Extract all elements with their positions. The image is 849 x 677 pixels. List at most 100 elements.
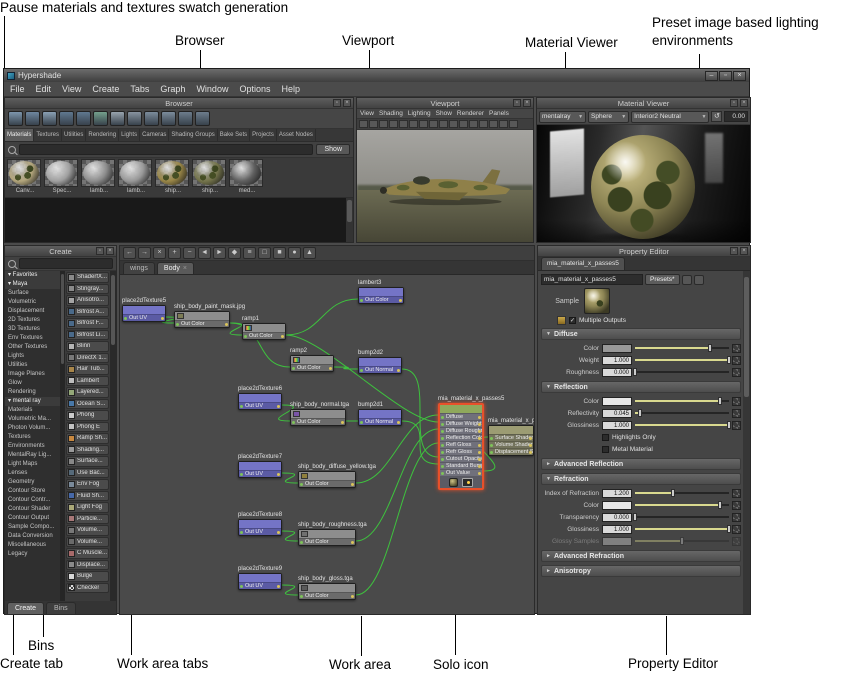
remove-from-graph-icon[interactable]: − [183,247,196,259]
texture-map-icon[interactable] [732,368,741,377]
node-port-cutout-opacity[interactable]: Cutout Opacity [440,455,482,462]
node-port-out-uv[interactable]: Out UV [239,582,281,589]
section-reflection[interactable]: ▼Reflection [541,381,741,393]
category-data-conversion[interactable]: Data Conversion [5,532,60,541]
menu-help[interactable]: Help [281,84,300,94]
graph-node-bump2d2[interactable]: bump2d2Out Normal [358,357,402,374]
work-area-tab-body[interactable]: Body× [157,262,194,274]
tab-bins[interactable]: Bins [46,602,76,614]
category-photon-volum[interactable]: Photon Volum... [5,424,60,433]
frame-selection-icon[interactable]: ■ [273,247,286,259]
node-port-diffuse-roughness[interactable]: Diffuse Roughness [440,427,482,434]
category-image-planes[interactable]: Image Planes [5,370,60,379]
texture-map-icon[interactable] [732,356,741,365]
viewport-menu-show[interactable]: Show [436,110,452,117]
presets-button[interactable]: Presets* [645,274,680,285]
float-panel-icon[interactable]: ▫ [333,99,341,107]
viewport-panel-header[interactable]: Viewport ▫× [357,98,533,109]
node-port-out-uv[interactable]: Out UV [239,470,281,477]
node-port-standard-bump[interactable]: Standard Bump [440,462,482,469]
slider[interactable] [635,344,729,352]
texture-map-icon[interactable] [732,525,741,534]
value-field[interactable]: 1.200 [602,489,632,498]
browser-tab-bake-sets[interactable]: Bake Sets [218,129,250,141]
menu-graph[interactable]: Graph [160,84,185,94]
category-materials[interactable]: Materials [5,406,60,415]
category-rendering[interactable]: Rendering [5,388,60,397]
viewport-toolbar-icon[interactable] [419,120,428,128]
node-body[interactable]: Out Color [298,529,356,546]
graph-node-ship-body-normal-tga[interactable]: ship_body_normal.tgaOut Color [290,409,346,426]
pin-icon[interactable]: ▲ [303,247,316,259]
color-swatch[interactable] [602,397,632,406]
create-node-bifrost-a[interactable]: Bifrost A... [66,307,109,318]
section-diffuse[interactable]: ▼Diffuse [541,328,741,340]
viewport-toolbar-icon[interactable] [499,120,508,128]
maximize-button[interactable]: ▫ [719,71,732,81]
category-volumetric[interactable]: Volumetric [5,298,60,307]
slider-handle[interactable] [633,513,637,521]
small-swatch-icon[interactable] [178,111,193,126]
value-field[interactable]: 0.000 [602,513,632,522]
show-button[interactable]: Show [316,144,350,155]
category-mental-ray[interactable]: ▾ mental ray [5,397,60,406]
browser-tab-shading-groups[interactable]: Shading Groups [169,129,217,141]
category-other-textures[interactable]: Other Textures [5,343,60,352]
sample-swatch[interactable] [584,288,610,314]
float-panel-icon[interactable]: ▫ [513,99,521,107]
node-body[interactable]: Out UV [122,305,166,322]
float-panel-icon[interactable]: ▫ [730,99,738,107]
create-node-env-fog[interactable]: Env Fog [66,479,109,490]
viewport-scene[interactable] [357,130,533,242]
category-textures[interactable]: Textures [5,433,60,442]
swatch-lamb[interactable]: lamb... [118,159,154,196]
node-body[interactable]: Out UV [238,519,282,536]
viewport-toolbar-icon[interactable] [399,120,408,128]
swatch-lamb[interactable]: lamb... [81,159,117,196]
close-panel-icon[interactable]: × [740,99,748,107]
graph-node-place2dtexture5[interactable]: place2dTexture5Out UV [122,305,166,322]
zoom-icon[interactable]: ● [288,247,301,259]
property-editor-scrollbar[interactable] [743,271,750,614]
category-scrollbar[interactable] [60,271,65,601]
swatch-canv[interactable]: Canv... [7,159,43,196]
value-field[interactable]: 1.000 [602,356,632,365]
create-node-surface[interactable]: Surface... [66,456,109,467]
category-maya[interactable]: ▾ Maya [5,280,60,289]
node-port-refl-gloss[interactable]: Refl Gloss [440,441,482,448]
slider[interactable] [635,489,729,497]
category-displacement[interactable]: Displacement [5,307,60,316]
viewport-toolbar-icon[interactable] [389,120,398,128]
solo-icon[interactable] [462,478,473,487]
graph-node-ship-body-gloss-tga[interactable]: ship_body_gloss.tgaOut Color [298,583,356,600]
node-port-out-color[interactable]: Out Color [299,480,355,487]
category-2d-textures[interactable]: 2D Textures [5,316,60,325]
create-node-phong-e[interactable]: Phong E [66,422,109,433]
texture-map-icon[interactable] [732,344,741,353]
category-lights[interactable]: Lights [5,352,60,361]
node-port-diffuse-weight[interactable]: Diffuse Weight [440,420,482,427]
node-port-out-normal[interactable]: Out Normal [359,366,401,373]
wire[interactable] [282,531,298,541]
large-swatch-icon[interactable] [195,111,210,126]
close-button[interactable]: × [733,71,746,81]
node-port-out-value[interactable]: Out Value [440,469,482,476]
viewport-toolbar-icon[interactable] [479,120,488,128]
graph-node-mia-material-x-passes5sg[interactable]: mia_material_x_passes5SGSurface ShaderVo… [488,425,534,456]
node-port-surface-shader[interactable]: Surface Shader [489,434,533,441]
node-port-out-color[interactable]: Out Color [299,538,355,545]
pause-swatch-generation-icon[interactable] [8,111,23,126]
slider-handle[interactable] [638,409,642,417]
renderer-select[interactable]: mentalray▼ [539,111,586,123]
forward-icon[interactable]: → [138,247,151,259]
category-geometry[interactable]: Geometry [5,478,60,487]
slider[interactable] [635,368,729,376]
work-area-tab-wings[interactable]: wings [123,262,155,274]
create-node-volume[interactable]: Volume... [66,537,109,548]
material-viewer-panel-header[interactable]: Material Viewer ▫× [537,98,750,109]
graph-node-lambert3[interactable]: lambert3Out Color [358,287,404,304]
float-panel-icon[interactable]: ▫ [730,247,738,255]
graph-node-place2dtexture9[interactable]: place2dTexture9Out UV [238,573,282,590]
category-mentalray-lig[interactable]: MentalRay Lig... [5,451,60,460]
import-icon[interactable] [59,111,74,126]
